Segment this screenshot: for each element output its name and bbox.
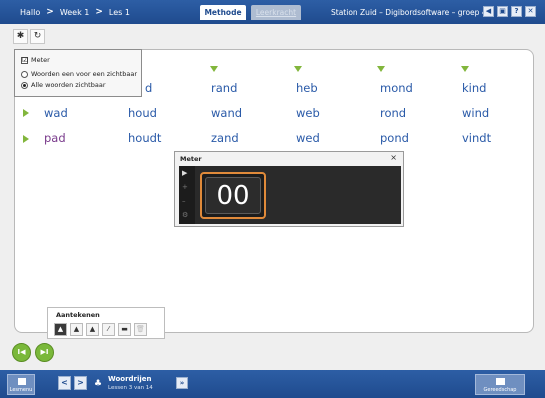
pencil-icon[interactable]: ▲: [70, 323, 83, 336]
breadcrumb-hallo[interactable]: Hallo: [20, 8, 40, 17]
radio-one-by-one[interactable]: [21, 70, 28, 78]
marker-icon[interactable]: ▲: [86, 323, 99, 336]
word[interactable]: wand: [211, 106, 242, 120]
tab-methode[interactable]: Methode: [200, 5, 246, 20]
breadcrumb-separator: >: [95, 7, 103, 17]
column-play-icon[interactable]: [210, 66, 218, 72]
word[interactable]: wad: [44, 106, 68, 120]
annotation-title: Aantekenen: [56, 311, 100, 319]
settings-icon[interactable]: ⚙: [182, 211, 188, 219]
row-play-icon[interactable]: [23, 109, 29, 117]
settings-popover: ☑ Meter Woorden een voor een zichtbaar A…: [14, 49, 142, 97]
window-icon[interactable]: ▣: [497, 6, 508, 17]
settings-button[interactable]: ✱: [13, 29, 28, 44]
column-play-icon[interactable]: [377, 66, 385, 72]
column-play-icon[interactable]: [461, 66, 469, 72]
word[interactable]: kind: [462, 81, 486, 95]
breadcrumb-separator: >: [46, 7, 54, 17]
annotation-panel: Aantekenen ▲ ▲ ▲ ⁄ ▬ 🗑: [47, 307, 165, 339]
top-bar: Hallo > Week 1 > Les 1 Methode Leerkrach…: [0, 0, 545, 24]
breadcrumb-les[interactable]: Les 1: [109, 8, 130, 17]
row-play-icon[interactable]: [23, 135, 29, 143]
close-icon[interactable]: ✕: [525, 6, 536, 17]
word[interactable]: rond: [380, 106, 406, 120]
next-lesson-button[interactable]: >: [74, 376, 87, 390]
word[interactable]: rand: [211, 81, 237, 95]
word[interactable]: heb: [296, 81, 318, 95]
next-page-button[interactable]: ▶I: [35, 343, 54, 362]
word[interactable]: pad: [44, 131, 66, 145]
brush-icon[interactable]: ⁄: [102, 323, 115, 336]
breadcrumb: Hallo > Week 1 > Les 1: [20, 7, 130, 17]
meter-sidebar: ▶ + – ⚙: [179, 166, 195, 224]
meter-option-label: Meter: [31, 56, 50, 64]
pointer-icon[interactable]: ▲: [54, 323, 67, 336]
lesson-progress: Lessen 3 van 14: [108, 385, 153, 391]
station-title: Station Zuid – Digibordsoftware – groep …: [331, 8, 487, 17]
trash-icon[interactable]: 🗑: [134, 323, 147, 336]
activity-title: Woordrijen: [108, 375, 152, 383]
meter-value: 00: [205, 177, 261, 214]
speaker-icon[interactable]: ◀: [483, 6, 494, 17]
lesmenu-button[interactable]: Lesmenu: [7, 374, 35, 395]
previous-page-button[interactable]: I◀: [12, 343, 31, 362]
option-all-visible-label: Alle woorden zichtbaar: [31, 81, 106, 89]
word[interactable]: wed: [296, 131, 320, 145]
word[interactable]: web: [296, 106, 320, 120]
previous-lesson-button[interactable]: <: [58, 376, 71, 390]
window-controls: ◀ ▣ ? ✕: [483, 6, 536, 17]
word[interactable]: d: [145, 81, 152, 95]
word[interactable]: mond: [380, 81, 413, 95]
word[interactable]: wind: [462, 106, 489, 120]
close-icon[interactable]: ×: [390, 153, 397, 162]
word[interactable]: houd: [128, 106, 157, 120]
breadcrumb-week[interactable]: Week 1: [60, 8, 90, 17]
meter-dialog: Meter × ▶ + – ⚙ 00: [174, 151, 404, 227]
option-one-by-one-label: Woorden een voor een zichtbaar: [31, 70, 137, 78]
activity-icon: ♣: [94, 379, 103, 389]
forward-button[interactable]: »: [176, 377, 188, 389]
tab-leerkracht[interactable]: Leerkracht: [251, 5, 301, 20]
meter-checkbox[interactable]: ☑: [21, 56, 28, 64]
word[interactable]: vindt: [462, 131, 491, 145]
annotation-tools: ▲ ▲ ▲ ⁄ ▬ 🗑: [54, 323, 147, 336]
meter-title: Meter: [180, 155, 202, 163]
refresh-button[interactable]: ↻: [30, 29, 45, 44]
word[interactable]: houdt: [128, 131, 161, 145]
plus-icon[interactable]: +: [182, 183, 188, 191]
word[interactable]: zand: [211, 131, 239, 145]
help-icon[interactable]: ?: [511, 6, 522, 17]
play-icon[interactable]: ▶: [182, 169, 187, 177]
word[interactable]: pond: [380, 131, 409, 145]
eraser-icon[interactable]: ▬: [118, 323, 131, 336]
column-play-icon[interactable]: [294, 66, 302, 72]
minus-icon[interactable]: –: [182, 197, 186, 205]
gereedschap-button[interactable]: Gereedschap: [475, 374, 525, 395]
radio-all-visible[interactable]: [21, 81, 28, 89]
